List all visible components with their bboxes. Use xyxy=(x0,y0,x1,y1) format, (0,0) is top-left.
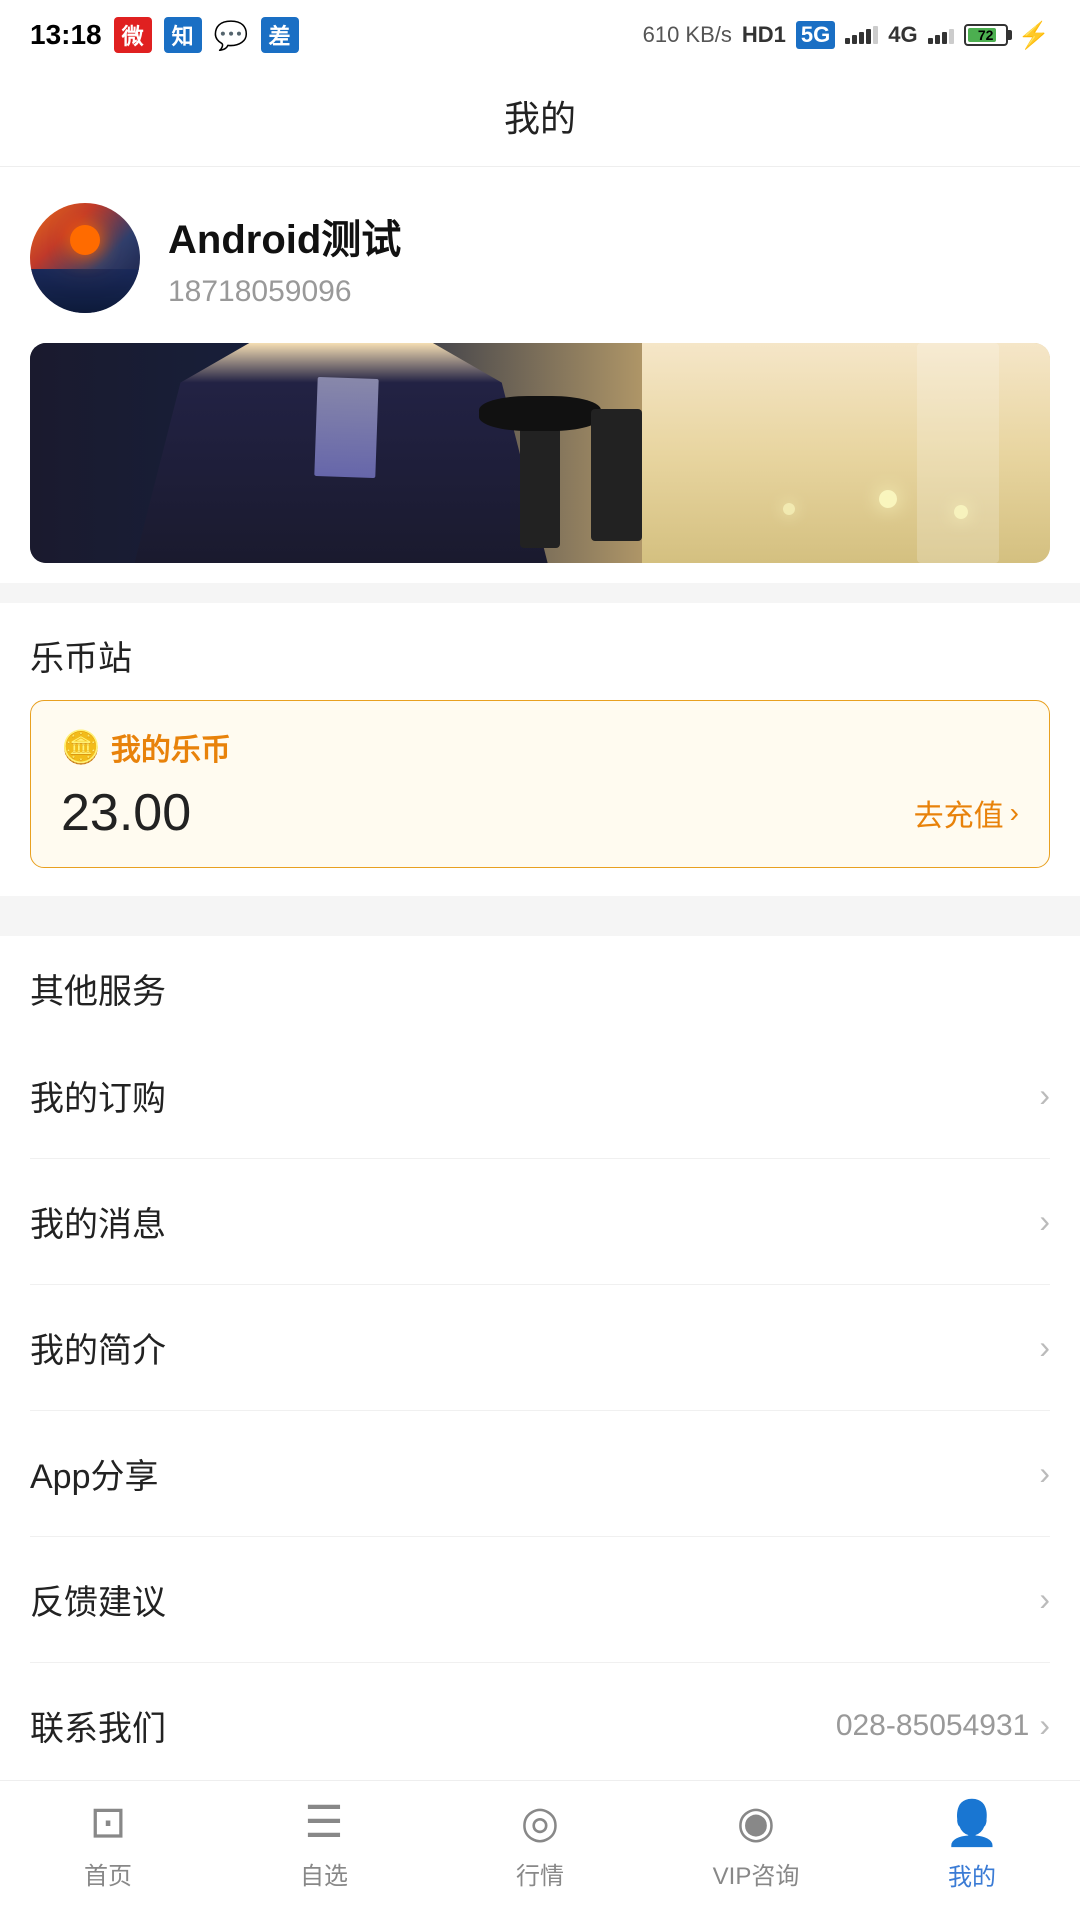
coin-card-header: 🪙 我的乐币 xyxy=(61,725,1019,769)
section-divider-2 xyxy=(0,896,1080,916)
market-icon: ◎ xyxy=(521,1797,559,1848)
page-header: 我的 xyxy=(0,70,1080,167)
nav-item-mine[interactable]: 👤 我的 xyxy=(864,1797,1080,1892)
status-app-icon-zhihu: 知 xyxy=(164,17,202,53)
chevron-right-icon-messages: › xyxy=(1039,1203,1050,1240)
page-title: 我的 xyxy=(504,98,576,139)
signal-icon xyxy=(845,26,878,44)
menu-item-subscription[interactable]: 我的订购 › xyxy=(30,1033,1050,1159)
chevron-right-icon-bio: › xyxy=(1039,1329,1050,1366)
status-bar: 13:18 微 知 💬 差 610 KB/s HD1 5G 4G 72 ⚡ xyxy=(0,0,1080,70)
nav-label-vip: VIP咨询 xyxy=(713,1856,800,1891)
menu-item-bio[interactable]: 我的简介 › xyxy=(30,1285,1050,1411)
services-title: 其他服务 xyxy=(30,964,1050,1013)
chevron-right-icon: › xyxy=(1010,797,1019,829)
vip-icon: ◉ xyxy=(737,1797,775,1848)
watchlist-icon: ☰ xyxy=(304,1797,343,1848)
menu-label-messages: 我的消息 xyxy=(30,1197,166,1246)
banner-section xyxy=(0,343,1080,583)
menu-label-subscription: 我的订购 xyxy=(30,1071,166,1120)
status-app-icon-other: 差 xyxy=(261,17,299,53)
profile-phone: 18718059096 xyxy=(168,275,401,309)
profile-name: Android测试 xyxy=(168,207,401,265)
coin-amount: 23.00 xyxy=(61,783,191,843)
signal-icon-2 xyxy=(928,26,954,44)
nav-label-mine: 我的 xyxy=(948,1857,996,1892)
banner-image[interactable] xyxy=(30,343,1050,563)
home-icon: ⊡ xyxy=(90,1797,127,1848)
avatar[interactable] xyxy=(30,203,140,313)
menu-label-share: App分享 xyxy=(30,1449,159,1498)
banner-visual xyxy=(30,343,1050,563)
menu-item-contact[interactable]: 联系我们 028-85054931 › xyxy=(30,1663,1050,1788)
chevron-right-icon-share: › xyxy=(1039,1455,1050,1492)
menu-label-contact: 联系我们 xyxy=(30,1701,166,1750)
profile-section: Android测试 18718059096 xyxy=(0,167,1080,343)
status-indicators: 610 KB/s HD1 5G 4G 72 ⚡ xyxy=(643,20,1050,51)
bottom-nav: ⊡ 首页 ☰ 自选 ◎ 行情 ◉ VIP咨询 👤 我的 xyxy=(0,1780,1080,1920)
coin-section: 乐币站 🪙 我的乐币 23.00 去充值 › xyxy=(0,603,1080,896)
coin-card-body: 23.00 去充值 › xyxy=(61,783,1019,843)
coin-card: 🪙 我的乐币 23.00 去充值 › xyxy=(30,700,1050,868)
nav-item-home[interactable]: ⊡ 首页 xyxy=(0,1797,216,1891)
recharge-button[interactable]: 去充值 › xyxy=(914,791,1019,835)
battery-icon: 72 xyxy=(964,24,1008,46)
menu-item-feedback[interactable]: 反馈建议 › xyxy=(30,1537,1050,1663)
menu-label-bio: 我的简介 xyxy=(30,1323,166,1372)
menu-item-share[interactable]: App分享 › xyxy=(30,1411,1050,1537)
profile-info: Android测试 18718059096 xyxy=(168,207,401,309)
chevron-right-icon-contact: › xyxy=(1039,1707,1050,1744)
avatar-image xyxy=(30,203,140,313)
menu-list: 我的订购 › 我的消息 › 我的简介 › App分享 › 反馈建议 xyxy=(30,1033,1050,1788)
contact-value: 028-85054931 xyxy=(836,1709,1030,1743)
status-time: 13:18 微 知 💬 差 xyxy=(30,17,299,53)
chevron-right-icon-subscription: › xyxy=(1039,1077,1050,1114)
nav-label-watchlist: 自选 xyxy=(300,1856,348,1891)
nav-item-watchlist[interactable]: ☰ 自选 xyxy=(216,1797,432,1891)
services-section: 其他服务 我的订购 › 我的消息 › 我的简介 › App分享 › xyxy=(0,936,1080,1788)
section-divider-1 xyxy=(0,583,1080,603)
status-app-icon-msg: 💬 xyxy=(214,19,249,52)
menu-item-messages[interactable]: 我的消息 › xyxy=(30,1159,1050,1285)
nav-label-home: 首页 xyxy=(84,1856,132,1891)
status-app-icon-weibo: 微 xyxy=(114,17,152,53)
nav-label-market: 行情 xyxy=(516,1856,564,1891)
nav-item-market[interactable]: ◎ 行情 xyxy=(432,1797,648,1891)
chevron-right-icon-feedback: › xyxy=(1039,1581,1050,1618)
nav-item-vip[interactable]: ◉ VIP咨询 xyxy=(648,1797,864,1891)
coin-icon: 🪙 xyxy=(61,728,101,766)
coin-label: 我的乐币 xyxy=(111,725,231,769)
mine-icon: 👤 xyxy=(945,1797,1000,1849)
menu-label-feedback: 反馈建议 xyxy=(30,1575,166,1624)
coin-section-title: 乐币站 xyxy=(30,631,1050,680)
